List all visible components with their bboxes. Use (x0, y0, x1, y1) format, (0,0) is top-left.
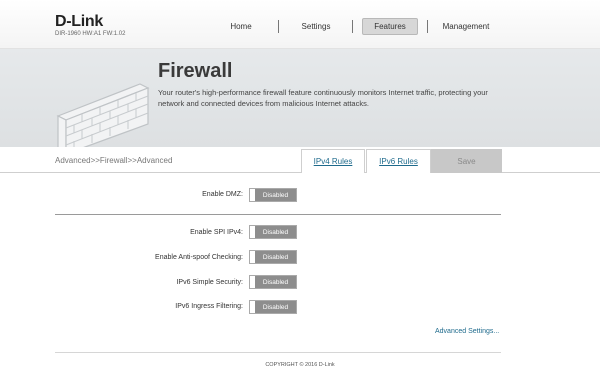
nav-features[interactable]: Features (362, 18, 418, 35)
page-banner: Firewall Your router's high-performance … (0, 49, 600, 155)
nav-separator (427, 20, 428, 33)
spi-ipv4-label: Enable SPI IPv4: (190, 229, 243, 236)
ipv6-simple-security-toggle[interactable]: Disabled (249, 275, 297, 289)
page-description: Your router's high-performance firewall … (158, 88, 488, 108)
nav-settings[interactable]: Settings (288, 18, 344, 35)
footer-divider (55, 352, 501, 353)
top-header: D-Link DIR-1960 HW:A1 FW:1.02 Home Setti… (0, 0, 600, 49)
dmz-toggle[interactable]: Disabled (249, 188, 297, 202)
toggle-state: Disabled (255, 226, 296, 238)
advanced-settings-link[interactable]: Advanced Settings... (435, 328, 499, 335)
toggle-state: Disabled (255, 301, 296, 313)
nav-management[interactable]: Management (437, 18, 495, 35)
toggle-state: Disabled (255, 251, 296, 263)
spi-ipv4-toggle[interactable]: Disabled (249, 225, 297, 239)
dlink-logo: D-Link (55, 13, 103, 30)
section-divider (55, 214, 501, 215)
nav-separator (352, 20, 353, 33)
nav-home[interactable]: Home (214, 18, 268, 35)
ipv6-ingress-filtering-toggle[interactable]: Disabled (249, 300, 297, 314)
breadcrumb: Advanced>>Firewall>>Advanced (55, 156, 173, 165)
nav-separator (278, 20, 279, 33)
tab-ipv4-rules[interactable]: IPv4 Rules (301, 149, 365, 173)
model-info: DIR-1960 HW:A1 FW:1.02 (55, 31, 126, 37)
ipv6-simple-security-label: IPv6 Simple Security: (176, 279, 243, 286)
dmz-label: Enable DMZ: (202, 191, 243, 198)
page-title: Firewall (158, 60, 233, 82)
tab-bar: Advanced>>Firewall>>Advanced IPv4 Rules … (0, 147, 600, 173)
anti-spoof-label: Enable Anti-spoof Checking: (155, 254, 243, 261)
anti-spoof-toggle[interactable]: Disabled (249, 250, 297, 264)
firewall-wall-icon (56, 83, 150, 155)
toggle-state: Disabled (255, 276, 296, 288)
tab-ipv6-rules[interactable]: IPv6 Rules (366, 149, 431, 173)
copyright-text: COPYRIGHT © 2016 D-Link (265, 362, 335, 368)
ipv6-ingress-filtering-label: IPv6 Ingress Filtering: (175, 303, 243, 310)
toggle-state: Disabled (255, 189, 296, 201)
save-button[interactable]: Save (431, 149, 502, 173)
